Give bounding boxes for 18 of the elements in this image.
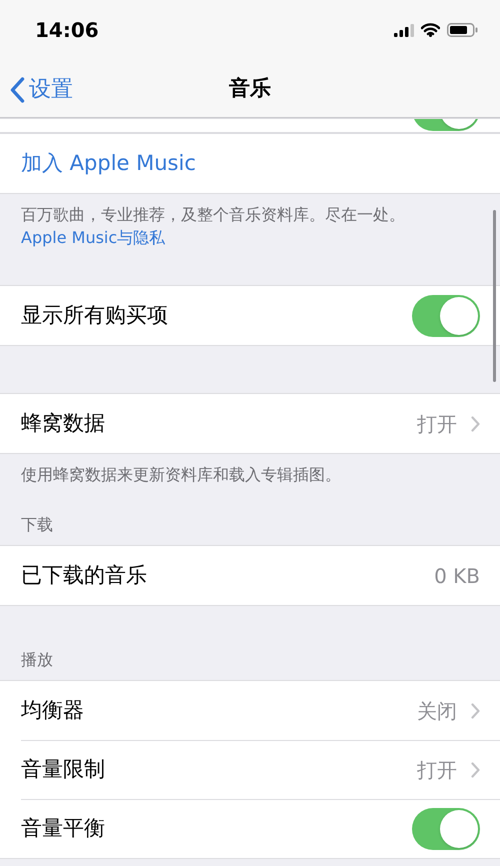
row-label: 显示所有购买项	[21, 302, 169, 329]
status-time: 14:06	[35, 17, 99, 44]
row-value: 关闭	[417, 698, 457, 724]
row-label: 音量限制	[21, 756, 106, 784]
row-label: 音量平衡	[21, 815, 106, 842]
row-value: 0 KB	[434, 562, 480, 590]
section-header: 播放	[21, 649, 53, 671]
row-label: 蜂窝数据	[21, 410, 106, 437]
row-label: 均衡器	[21, 696, 85, 724]
back-button[interactable]: 设置	[10, 73, 73, 106]
footer-text: 百万歌曲，专业推荐，及整个音乐资料库。尽在一处。	[21, 204, 406, 226]
nav-title: 音乐	[229, 75, 271, 102]
row-value: 打开	[417, 410, 457, 438]
section-header: 下载	[21, 514, 53, 536]
row-value: 打开	[417, 757, 457, 784]
privacy-link[interactable]: Apple Music与隐私	[21, 227, 166, 249]
footer-text: 使用蜂窝数据来更新资料库和载入专辑插图。	[21, 464, 342, 486]
row-label: 已下载的音乐	[21, 562, 148, 589]
